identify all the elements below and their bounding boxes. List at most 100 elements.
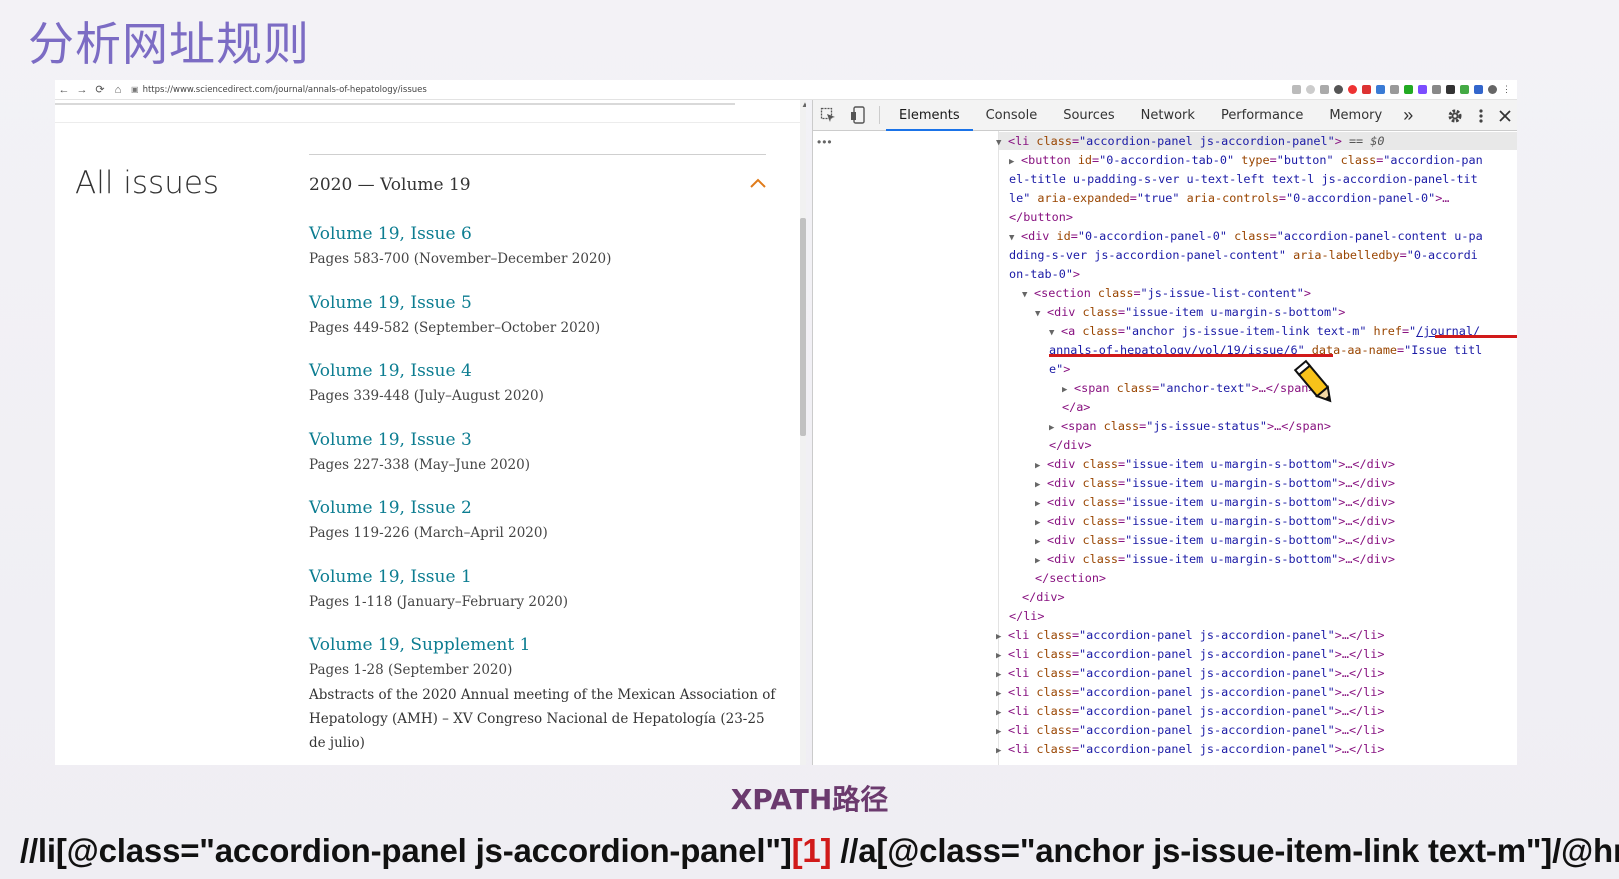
dom-node-issue-div[interactable]: ▶ <div class="issue-item u-margin-s-botto…: [1035, 474, 1395, 495]
extension-icon[interactable]: [1460, 85, 1469, 94]
issue-link[interactable]: Volume 19, Issue 6: [309, 223, 779, 245]
dom-node-anchor[interactable]: ▼ <a class="anchor js-issue-item-link tex…: [1049, 322, 1480, 343]
settings-gear-icon[interactable]: [1446, 107, 1464, 125]
kebab-menu-icon[interactable]: [1478, 108, 1484, 124]
issue-link[interactable]: Volume 19, Issue 5: [309, 292, 779, 314]
back-icon[interactable]: ←: [55, 84, 73, 96]
extension-icon[interactable]: [1432, 85, 1441, 94]
dom-node-issue-div[interactable]: ▶ <div class="issue-item u-margin-s-botto…: [1035, 550, 1395, 571]
lock-icon: ▣: [131, 85, 139, 94]
star-icon[interactable]: [1320, 85, 1329, 94]
reload-icon[interactable]: ⟳: [91, 83, 109, 96]
inspect-element-icon[interactable]: [813, 100, 843, 131]
dom-node-li[interactable]: ▶ <li class="accordion-panel js-accordion…: [996, 740, 1384, 761]
menu-dots-icon[interactable]: ⋮: [1502, 85, 1511, 94]
extension-icon[interactable]: [1418, 85, 1427, 94]
profile-icon[interactable]: [1488, 85, 1497, 94]
issue-pages: Pages 583-700 (November–December 2020): [309, 251, 612, 267]
page-scroll-thumb[interactable]: [800, 218, 806, 436]
dom-node-issue-div[interactable]: ▶ <div class="issue-item u-margin-s-botto…: [1035, 493, 1395, 514]
extension-icons: ⋮: [1292, 85, 1511, 94]
dom-node-status-span[interactable]: ▶ <span class="js-issue-status">…</span>: [1049, 417, 1331, 438]
issue-link[interactable]: Volume 19, Issue 2: [309, 497, 779, 519]
issue-list: Volume 19, Issue 6 Pages 583-700 (Novemb…: [309, 223, 779, 751]
device-toolbar-icon[interactable]: [843, 100, 873, 131]
volume-divider: [309, 154, 766, 155]
dom-node-issue-div[interactable]: ▶ <div class="issue-item u-margin-s-botto…: [1035, 512, 1395, 533]
zoom-icon[interactable]: [1306, 85, 1315, 94]
extension-icon[interactable]: [1376, 85, 1385, 94]
dom-node-li[interactable]: ▶ <li class="accordion-panel js-accordion…: [996, 645, 1384, 666]
dom-node-issue-div[interactable]: ▶ <div class="issue-item u-margin-s-botto…: [1035, 531, 1395, 552]
extension-icon[interactable]: [1362, 85, 1371, 94]
issue-item: Volume 19, Issue 3 Pages 227-338 (May–Ju…: [309, 429, 779, 498]
devtools-actions: [1446, 100, 1512, 131]
issues-card: All issues 2020 — Volume 19 Volume 19, I…: [55, 122, 800, 765]
dom-node-li[interactable]: ▶ <li class="accordion-panel js-accordion…: [996, 664, 1384, 685]
xpath-suffix: //a[@class="anchor js-issue-item-link te…: [831, 832, 1619, 869]
bookmark-icon[interactable]: [1390, 85, 1399, 94]
chevron-up-icon[interactable]: [749, 176, 767, 190]
devtools-toolbar: Elements Console Sources Network Perform…: [813, 100, 1517, 131]
collapsed-triangle-icon[interactable]: ▶: [996, 742, 1008, 761]
xpath-index: [1]: [791, 832, 832, 869]
extension-icon[interactable]: [1446, 85, 1455, 94]
issue-item: Volume 19, Issue 2 Pages 119-226 (March–…: [309, 497, 779, 566]
dom-node-div-close: </div>: [1049, 438, 1092, 452]
dom-node-issue-div[interactable]: ▼ <div class="issue-item u-margin-s-botto…: [1035, 303, 1345, 324]
dom-tree: ▼ <li class="accordion-panel js-accordion…: [813, 131, 1517, 765]
supplement-pages: Pages 1-28 (September 2020): [309, 662, 513, 678]
extension-icon[interactable]: [1404, 85, 1413, 94]
tab-console[interactable]: Console: [973, 100, 1051, 131]
extension-icon[interactable]: [1334, 85, 1343, 94]
xpath-prefix: //li[@class="accordion-panel js-accordio…: [20, 832, 792, 869]
volume-header[interactable]: 2020 — Volume 19: [309, 175, 471, 195]
issue-link[interactable]: Volume 19, Issue 4: [309, 360, 779, 382]
dom-node-section[interactable]: ▼ <section class="js-issue-list-content">: [1022, 284, 1311, 305]
dom-node-section-close: </section>: [1035, 571, 1107, 585]
tab-sources[interactable]: Sources: [1050, 100, 1127, 131]
url-field[interactable]: ▣ https://www.sciencedirect.com/journal/…: [131, 85, 1292, 95]
dom-node-li-selected[interactable]: ▼ <li class="accordion-panel js-accordion…: [996, 132, 1384, 153]
dom-node-li[interactable]: ▶ <li class="accordion-panel js-accordion…: [996, 702, 1384, 723]
dom-node-li[interactable]: ▶ <li class="accordion-panel js-accordion…: [996, 626, 1384, 647]
home-icon[interactable]: ⌂: [109, 84, 127, 96]
dom-node-anchor-cont: annals-of-hepatology/vol/19/issue/6" dat…: [1049, 343, 1483, 357]
dom-node-button[interactable]: ▶ <button id="0-accordion-tab-0" type="bu…: [1009, 151, 1483, 172]
tab-network[interactable]: Network: [1128, 100, 1208, 131]
dom-node-anchor-text[interactable]: ▶ <span class="anchor-text">…</span>: [1062, 379, 1316, 400]
tab-elements[interactable]: Elements: [886, 100, 973, 131]
issue-link[interactable]: Volume 19, Issue 3: [309, 429, 779, 451]
extension-icon[interactable]: [1348, 85, 1357, 94]
dom-node-li[interactable]: ▶ <li class="accordion-panel js-accordion…: [996, 683, 1384, 704]
pencil-cursor-icon: [1293, 359, 1332, 403]
dom-node-issue-div[interactable]: ▶ <div class="issue-item u-margin-s-botto…: [1035, 455, 1395, 476]
forward-icon[interactable]: →: [73, 84, 91, 96]
url-text[interactable]: https://www.sciencedirect.com/journal/an…: [143, 85, 427, 95]
expanded-triangle-icon[interactable]: ▼: [1035, 305, 1047, 324]
issue-pages: Pages 449-582 (September–October 2020): [309, 319, 601, 336]
supplement-description: Abstracts of the 2020 Annual meeting of …: [309, 687, 776, 751]
href-highlight-underline: [1435, 335, 1517, 338]
dom-node-anchor-cont: e">: [1049, 362, 1071, 376]
dom-node-div-close: </div>: [1022, 590, 1065, 604]
dom-node-div-panel[interactable]: ▼ <div id="0-accordion-panel-0" class="ac…: [1009, 227, 1483, 248]
dom-node-button-close: </button>: [1009, 210, 1073, 224]
extension-icon[interactable]: [1292, 85, 1301, 94]
issue-item: Volume 19, Issue 1 Pages 1-118 (January–…: [309, 566, 779, 635]
supplement-item: Volume 19, Supplement 1 Pages 1-28 (Sept…: [309, 634, 779, 751]
scroll-up-icon[interactable]: ▲: [801, 100, 806, 109]
supplement-link[interactable]: Volume 19, Supplement 1: [309, 634, 779, 656]
tab-performance[interactable]: Performance: [1208, 100, 1316, 131]
expanded-triangle-icon[interactable]: ▼: [996, 134, 1008, 153]
tab-memory[interactable]: Memory: [1316, 100, 1395, 131]
more-tabs-icon[interactable]: »: [1395, 105, 1421, 126]
dom-node-button-cont: el-title u-padding-s-ver u-text-left tex…: [1009, 172, 1478, 186]
dom-node-li[interactable]: ▶ <li class="accordion-panel js-accordion…: [996, 721, 1384, 742]
dom-node-anchor-close: </a>: [1062, 400, 1091, 414]
extension-icon[interactable]: [1474, 85, 1483, 94]
issue-link[interactable]: Volume 19, Issue 1: [309, 566, 779, 588]
expanded-triangle-icon[interactable]: ▼: [1022, 286, 1034, 305]
issue-pages: Pages 119-226 (March–April 2020): [309, 525, 548, 541]
close-icon[interactable]: [1498, 109, 1512, 123]
